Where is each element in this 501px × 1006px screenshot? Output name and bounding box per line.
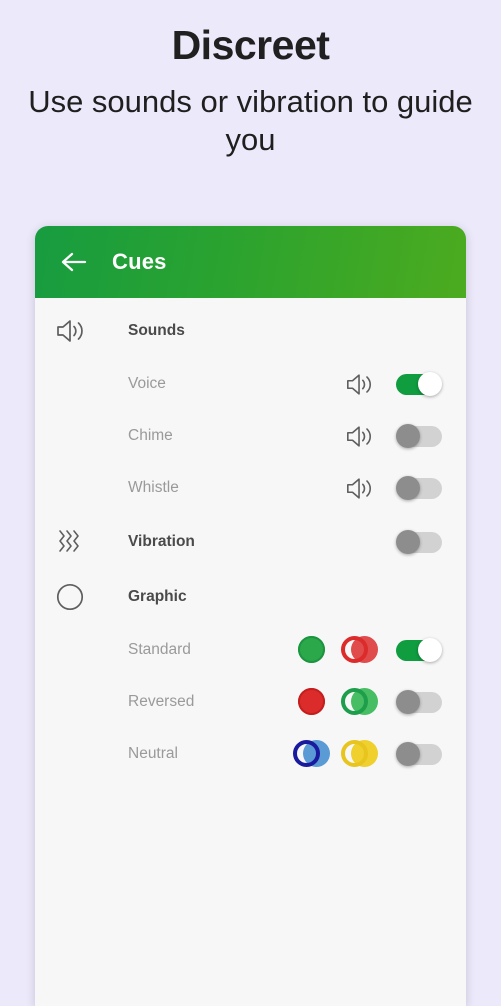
filled-circle-icon bbox=[298, 688, 325, 715]
list-item-trailing-voice bbox=[338, 371, 466, 397]
toggle-standard[interactable] bbox=[396, 637, 444, 663]
list-item-standard[interactable]: Standard bbox=[35, 624, 466, 676]
circle-pair bbox=[341, 687, 379, 717]
circle-pair bbox=[297, 687, 327, 717]
toggle-knob bbox=[396, 476, 420, 500]
list-item-label-neutral: Neutral bbox=[128, 745, 178, 762]
ring-circle-icon bbox=[341, 740, 368, 767]
ring-circle-icon bbox=[341, 636, 368, 663]
ring-circle-icon bbox=[341, 688, 368, 715]
toggle-knob bbox=[396, 690, 420, 714]
phone-screenshot-card: Cues Sounds Voice Chime Whistle Vibratio… bbox=[35, 226, 466, 1006]
section-header-sounds: Sounds bbox=[35, 303, 466, 358]
list-item-label-whistle: Whistle bbox=[128, 479, 179, 496]
circle-pair bbox=[293, 739, 331, 769]
section-label-vibration: Vibration bbox=[128, 532, 195, 550]
section-label-graphic: Graphic bbox=[128, 587, 187, 605]
filled-circle-icon bbox=[298, 636, 325, 663]
arrow-left-icon bbox=[61, 251, 87, 273]
graphic-preview-green-ring-disc bbox=[338, 687, 382, 717]
toggle-reversed[interactable] bbox=[396, 689, 444, 715]
circle-pair bbox=[297, 635, 327, 665]
section-header-vibration[interactable]: Vibration bbox=[35, 514, 466, 569]
settings-list: Sounds Voice Chime Whistle Vibration Gra… bbox=[35, 298, 466, 780]
speaker-preview-icon-whistle[interactable] bbox=[338, 476, 380, 501]
list-item-trailing-reversed bbox=[290, 687, 466, 717]
toggle-vibration[interactable] bbox=[396, 529, 444, 555]
list-item-label-chime: Chime bbox=[128, 427, 173, 444]
toggle-chime[interactable] bbox=[396, 423, 444, 449]
app-bar-title: Cues bbox=[112, 249, 167, 274]
section-label-sounds: Sounds bbox=[128, 321, 185, 339]
section-header-graphic: Graphic bbox=[35, 569, 466, 624]
toggle-voice[interactable] bbox=[396, 371, 444, 397]
speaker-icon bbox=[55, 318, 101, 344]
list-item-trailing-chime bbox=[338, 423, 466, 449]
toggle-neutral[interactable] bbox=[396, 741, 444, 767]
graphic-preview-yellow-ring-disc bbox=[338, 739, 382, 769]
promo-header: Discreet Use sounds or vibration to guid… bbox=[0, 0, 501, 159]
back-button[interactable] bbox=[55, 243, 93, 281]
list-item-label-voice: Voice bbox=[128, 375, 166, 392]
speaker-preview-icon-voice[interactable] bbox=[338, 372, 380, 397]
ring-circle-icon bbox=[293, 740, 320, 767]
graphic-preview-blue-ring-disc bbox=[290, 739, 334, 769]
circle-outline-icon bbox=[55, 582, 101, 612]
toggle-whistle[interactable] bbox=[396, 475, 444, 501]
graphic-preview-red-ring-disc bbox=[338, 635, 382, 665]
list-item-label-standard: Standard bbox=[128, 641, 191, 658]
toggle-knob bbox=[396, 529, 420, 554]
graphic-preview-red-disc bbox=[290, 687, 334, 717]
page-subtitle: Use sounds or vibration to guide you bbox=[28, 84, 473, 157]
list-item-trailing-standard bbox=[290, 635, 466, 665]
speaker-preview-icon-chime[interactable] bbox=[338, 424, 380, 449]
toggle-knob bbox=[418, 638, 442, 662]
list-item-voice[interactable]: Voice bbox=[35, 358, 466, 410]
list-item-trailing-neutral bbox=[290, 739, 466, 769]
graphic-preview-green-disc bbox=[290, 635, 334, 665]
toggle-knob bbox=[396, 742, 420, 766]
list-item-chime[interactable]: Chime bbox=[35, 410, 466, 462]
toggle-knob bbox=[418, 372, 442, 396]
circle-pair bbox=[341, 739, 379, 769]
section-trailing-vibration bbox=[396, 529, 466, 555]
app-bar: Cues bbox=[35, 226, 466, 298]
circle-pair bbox=[341, 635, 379, 665]
page-title: Discreet bbox=[171, 22, 330, 68]
vibration-icon bbox=[55, 528, 101, 556]
list-item-whistle[interactable]: Whistle bbox=[35, 462, 466, 514]
list-item-label-reversed: Reversed bbox=[128, 693, 195, 710]
list-item-neutral[interactable]: Neutral bbox=[35, 728, 466, 780]
list-item-trailing-whistle bbox=[338, 475, 466, 501]
toggle-knob bbox=[396, 424, 420, 448]
list-item-reversed[interactable]: Reversed bbox=[35, 676, 466, 728]
